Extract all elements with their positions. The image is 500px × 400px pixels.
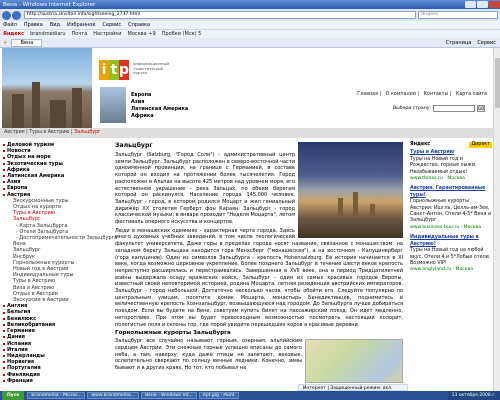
ad-title[interactable]: Индивидуальные туры в Австрию! [410,235,492,248]
page-scrollbar[interactable] [493,48,500,391]
site-header: i t p информационный туристический порта… [0,48,493,128]
ad-item[interactable]: Австрия. Гарантированные туры! Горнолыжн… [410,186,492,231]
taskbar: Пуск brandmedia - Micros... www.brandmed… [0,391,500,400]
close-button[interactable] [489,1,500,8]
favorites-star-icon[interactable]: ★ [3,40,7,46]
ad-item[interactable]: Туры в Австрию Туры на Новый год и Рожде… [410,150,492,182]
logo-letter-t: t [109,60,119,80]
forward-button[interactable] [12,10,21,20]
header-photo [2,48,92,128]
taskbar-clock: 13 октября 2008 г. [447,391,500,400]
page-menu[interactable]: Страница [446,40,472,46]
tools-menu[interactable]: Сервис [477,40,496,46]
site-logo[interactable]: i t p [99,60,129,80]
menu-favorites[interactable]: Избранное [67,22,95,28]
menu-file[interactable]: Файл [3,22,17,28]
sidebar-nav: Деловой туризм Новости Отдых на море Экзоти… [3,142,117,384]
web-page: i t p информационный туристический порта… [0,48,493,391]
link-home[interactable]: Главная [357,92,378,97]
country-go-button[interactable]: GO [477,105,485,112]
ad-text: Туры на Новый год на любой вкус. Отели 4… [410,248,491,266]
toolbar-brandmedia[interactable]: brandmediaru [30,31,65,37]
toolbar-yandex[interactable]: Яндекс [3,31,24,37]
taskbar-item[interactable]: brandmedia - Micros... [27,392,86,399]
link-sitemap[interactable]: Карта сайта [456,92,487,97]
security-zone-indicator[interactable]: Интернет | Защищенный режим: вкл. [298,384,408,391]
country-label: Выбери страну: [392,106,431,111]
region-europe[interactable]: Европа [131,92,188,99]
salzburg-city-photo [298,142,403,238]
search-input[interactable]: Яндекс [418,11,498,19]
header-thumbnail-photo [100,87,126,123]
region-africa[interactable]: Африка [131,113,188,120]
address-bar-row: http://austria.skvilton.info/sightseeing… [0,9,500,21]
menu-view[interactable]: Вид [50,22,60,28]
menu-tools[interactable]: Сервис [102,22,121,28]
ad-url[interactable]: www.anglyland.ru · Москва [410,267,492,273]
window-controls [464,1,500,8]
country-select[interactable] [433,105,475,112]
logo-tagline: информационный туристический портал [133,61,169,75]
link-about[interactable]: О компании [386,92,416,97]
scrollbar-thumb[interactable] [495,58,500,108]
taskbar-item[interactable]: Вена - Windows Int... [140,392,197,399]
country-picker: Выбери страну: GO [393,105,485,112]
toolbar-settings[interactable]: Настройки [93,31,121,37]
menu-help[interactable]: Справка [128,22,150,28]
taskbar-item[interactable]: Rpt.jpg - Paint [198,392,239,399]
start-button[interactable]: Пуск [2,391,25,400]
ads-header-label: Яндекс [410,142,431,147]
link-contacts[interactable]: Контакты [424,92,449,97]
region-latin-america[interactable]: Латинская Америка [131,106,188,113]
window-title: Вена - Windows Internet Explorer [3,1,96,8]
tab-vena[interactable]: Вена [11,38,43,47]
address-input[interactable]: http://austria.skvilton.info/sightseeing… [24,11,416,19]
ad-item[interactable]: Индивидуальные туры в Австрию! Туры на Н… [410,235,492,273]
breadcrumb: Австрия | Туры в Австрию | Зальцбург [0,128,493,138]
breadcrumb-path[interactable]: Австрия | Туры в Австрию | [4,130,73,135]
breadcrumb-current: Зальцбург [74,130,101,135]
toolbar-mail[interactable]: Почта [72,31,88,37]
maximize-button[interactable] [477,1,488,8]
region-menu: Европа Азия Латинская Америка Африка [131,92,188,120]
logo-letter-i: i [99,60,109,80]
sidebar-category[interactable]: Франция [3,378,113,384]
minimize-button[interactable] [465,1,476,8]
logo-letter-p: p [119,60,130,80]
menu-bar: Файл Правка Вид Избранное Сервис Справка [0,21,500,29]
ads-header: Яндекс Директ [410,142,492,149]
history-paragraph: Люди в монашеских одеяниях - характерная… [115,227,403,328]
command-bar: Страница Сервис [440,40,496,46]
back-button[interactable] [2,10,11,20]
ad-text: Туры на Новый год и Рождество, горные лы… [410,156,477,175]
top-links: Главная | О компании | Контакты | Карта … [357,92,487,97]
window-titlebar: Вена - Windows Internet Explorer [0,0,500,9]
ad-url[interactable]: www.business-tour.ru · Москва [410,225,492,231]
region-asia[interactable]: Азия [131,99,188,106]
ad-title[interactable]: Австрия. Гарантированные туры! [410,186,492,199]
tab-bar: ★ Вена Страница Сервис [0,38,500,48]
yandex-direct-ads: Яндекс Директ Туры в Австрию Туры на Нов… [410,142,492,274]
ad-text: Горнолыжные курорты Австрии: Ишгль, Целл… [410,199,492,224]
menu-edit[interactable]: Правка [24,22,43,28]
toolbar-weather[interactable]: Москва +9 [128,31,156,37]
section-heading: Горнолыжные курорты Зальцбурга [115,330,231,337]
toolbar-traffic[interactable]: Пробки (Мск) 5 [162,31,202,37]
yandex-toolbar: Яндекс brandmediaru Почта Настройки Моск… [0,29,500,38]
ads-direct-button[interactable]: Директ [469,142,492,149]
region-map-image [305,339,403,384]
taskbar-item[interactable]: www.brandmedia... [87,392,139,399]
main-content: Зальцбург Зальцбург (Salzburg, "Город Со… [115,142,403,384]
